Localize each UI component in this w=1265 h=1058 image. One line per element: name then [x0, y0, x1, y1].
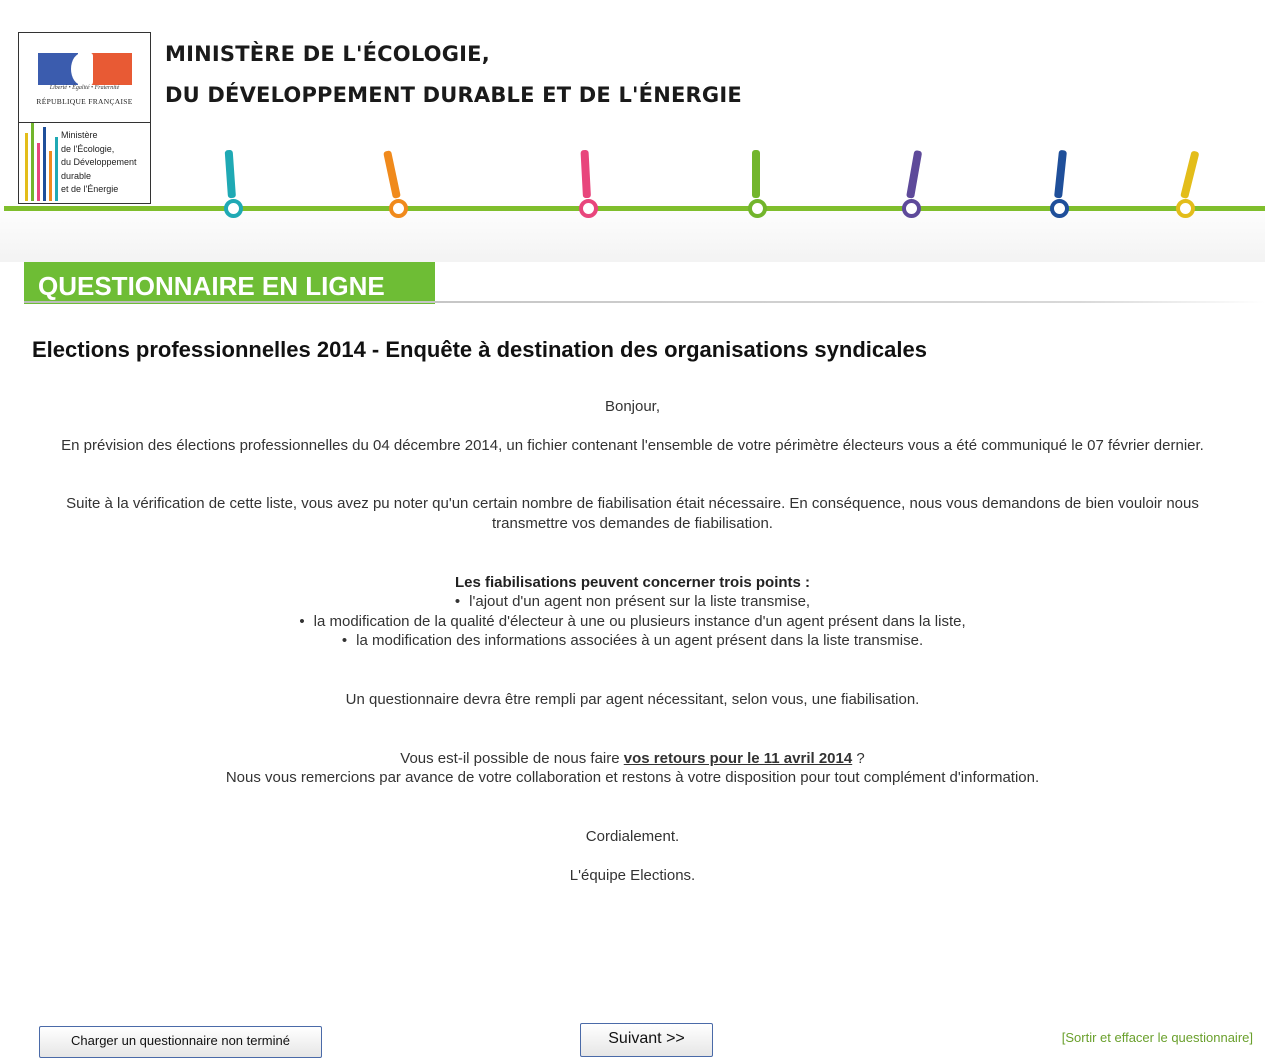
paragraph-verification-line1: Suite à la vérification de cette liste, …	[66, 495, 1199, 512]
site-header: Liberté • Égalité • Fraternité RÉPUBLIQU…	[0, 0, 1265, 262]
ministry-title-line1: MINISTÈRE DE L'ÉCOLOGIE,	[165, 42, 490, 66]
decorative-pin-icon	[746, 150, 767, 220]
deadline-prefix: Vous est-il possible de nous faire	[400, 750, 624, 767]
logo-text-line: durable	[61, 170, 92, 181]
ministry-logo: Liberté • Égalité • Fraternité RÉPUBLIQU…	[18, 32, 151, 204]
ministry-title-line2: DU DÉVELOPPEMENT DURABLE ET DE L'ÉNERGIE	[165, 83, 742, 107]
logo-stripe	[25, 133, 28, 201]
paragraph-questionnaire: Un questionnaire devra être rempli par a…	[345, 691, 920, 708]
page-title: Elections professionnelles 2014 - Enquêt…	[32, 337, 927, 362]
ministry-title: MINISTÈRE DE L'ÉCOLOGIE, DU DÉVELOPPEMEN…	[165, 34, 742, 116]
closing: Cordialement.	[585, 828, 680, 845]
logo-republique: RÉPUBLIQUE FRANÇAISE	[36, 97, 133, 106]
paragraph-intro: En prévision des élections professionnel…	[61, 437, 1204, 454]
decorative-pin-icon	[900, 150, 923, 220]
decorative-pin-icon	[577, 149, 598, 220]
ministry-sublogo: Ministère de l'Écologie, du Développemen…	[19, 123, 150, 203]
header-green-line	[4, 206, 1265, 211]
deadline-link[interactable]: vos retours pour le 11 avril 2014	[624, 750, 852, 767]
decorative-pin-icon	[222, 149, 243, 220]
paragraph-verification-line2: transmettre vos demandes de fiabilisatio…	[492, 515, 773, 532]
republique-logo: Liberté • Égalité • Fraternité RÉPUBLIQU…	[19, 33, 150, 123]
logo-stripe	[49, 151, 52, 201]
marianne-profile-icon	[71, 53, 93, 85]
list-item: la modification de la qualité d'électeur…	[0, 612, 1265, 632]
deadline-suffix: ?	[852, 750, 865, 767]
logo-ministry-text: Ministère de l'Écologie, du Développemen…	[61, 129, 137, 197]
points-heading: Les fiabilisations peuvent concerner tro…	[0, 574, 1265, 591]
paragraph-thanks: Nous vous remercions par avance de votre…	[225, 769, 1040, 786]
signature: L'équipe Elections.	[569, 867, 696, 884]
greeting: Bonjour,	[604, 398, 661, 415]
exit-questionnaire-link[interactable]: [Sortir et effacer le questionnaire]	[1062, 1030, 1253, 1045]
paragraph-deadline: Vous est-il possible de nous faire vos r…	[0, 750, 1265, 767]
logo-text-line: Ministère	[61, 130, 98, 140]
logo-text-line: et de l'Énergie	[61, 184, 119, 194]
banner-divider	[24, 301, 1265, 303]
logo-stripe	[37, 143, 40, 201]
points-list: l'ajout d'un agent non présent sur la li…	[0, 592, 1265, 651]
decorative-pin-icon	[1174, 150, 1200, 220]
banner-label: QUESTIONNAIRE EN LIGNE	[38, 271, 385, 301]
points-heading-text: Les fiabilisations peuvent concerner tro…	[454, 574, 811, 591]
next-button[interactable]: Suivant >>	[580, 1023, 713, 1057]
logo-text-line: de l'Écologie,	[61, 143, 115, 154]
logo-stripe	[55, 137, 58, 201]
list-item: l'ajout d'un agent non présent sur la li…	[0, 592, 1265, 612]
decorative-pin-icon	[383, 150, 408, 220]
logo-stripe	[31, 123, 34, 201]
logo-motto: Liberté • Égalité • Fraternité	[49, 85, 120, 91]
logo-text-line: du Développement	[61, 157, 137, 167]
list-item: la modification des informations associé…	[0, 631, 1265, 651]
marianne-red-block	[89, 53, 132, 85]
decorative-pin-icon	[1048, 149, 1069, 220]
logo-stripe	[43, 127, 46, 201]
load-questionnaire-button[interactable]: Charger un questionnaire non terminé	[39, 1026, 322, 1058]
questionnaire-banner: QUESTIONNAIRE EN LIGNE	[24, 262, 435, 304]
